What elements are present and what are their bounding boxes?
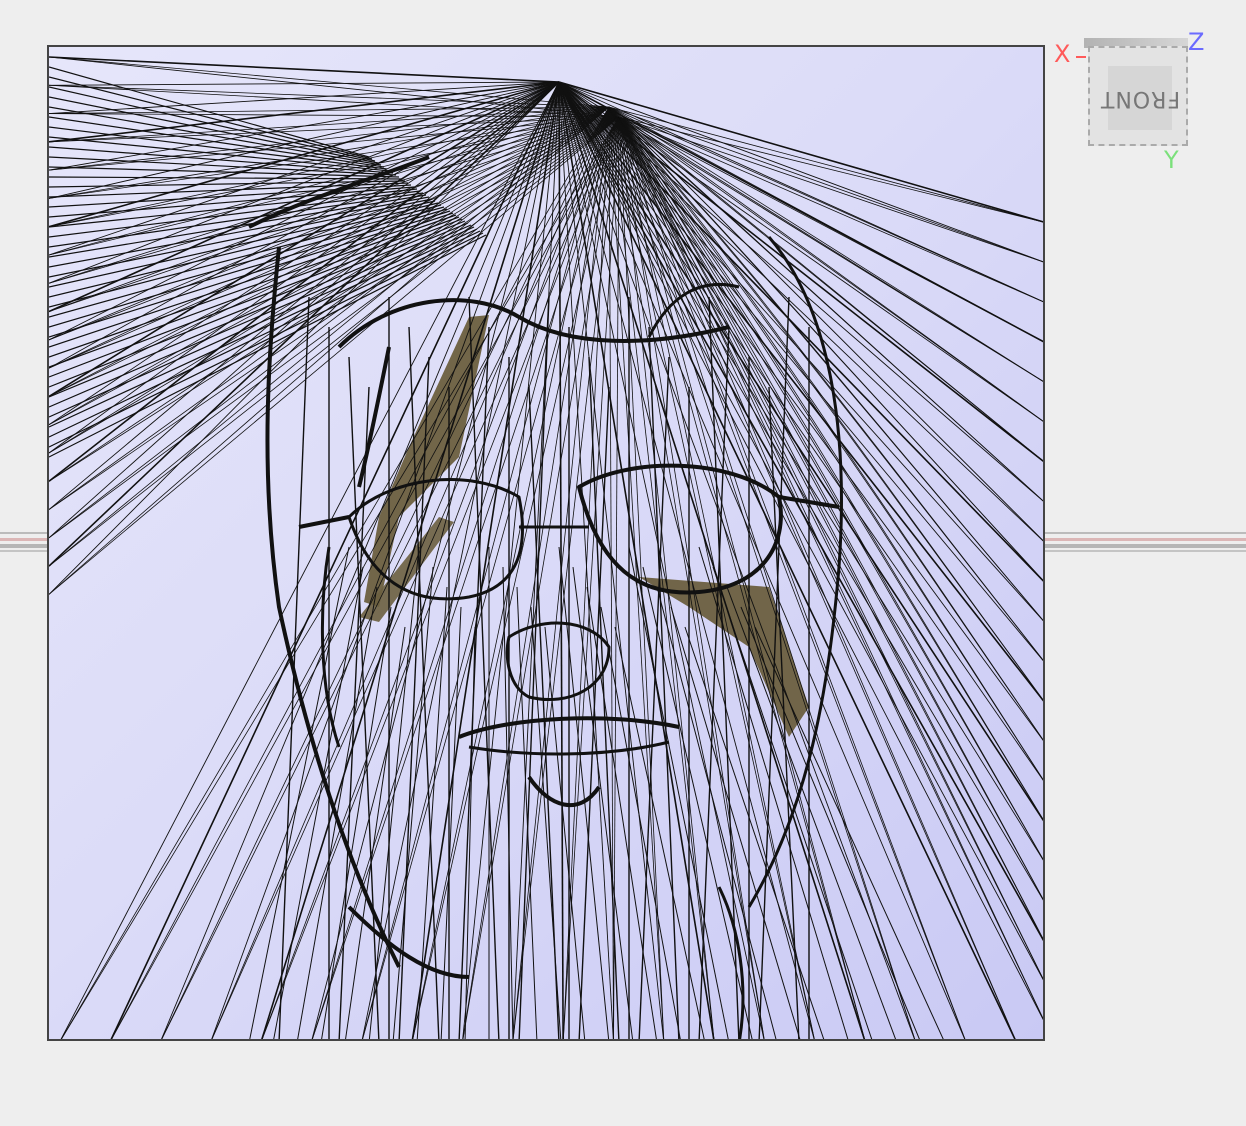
axis-y-label: Y: [1164, 146, 1179, 174]
wireframe-mesh: [49, 56, 1043, 1039]
axis-x-label: X: [1054, 40, 1071, 68]
navcube-front-face[interactable]: FRONT: [1088, 46, 1188, 146]
mesh-model[interactable]: [47, 45, 1045, 1041]
3d-viewport[interactable]: FRONT X Z Y: [0, 0, 1246, 1126]
axis-z-label: Z: [1188, 28, 1205, 56]
axis-x-indicator: [1076, 56, 1086, 58]
navigation-cube[interactable]: FRONT X Z Y: [1050, 28, 1220, 178]
navcube-face-label: FRONT: [1099, 86, 1181, 111]
